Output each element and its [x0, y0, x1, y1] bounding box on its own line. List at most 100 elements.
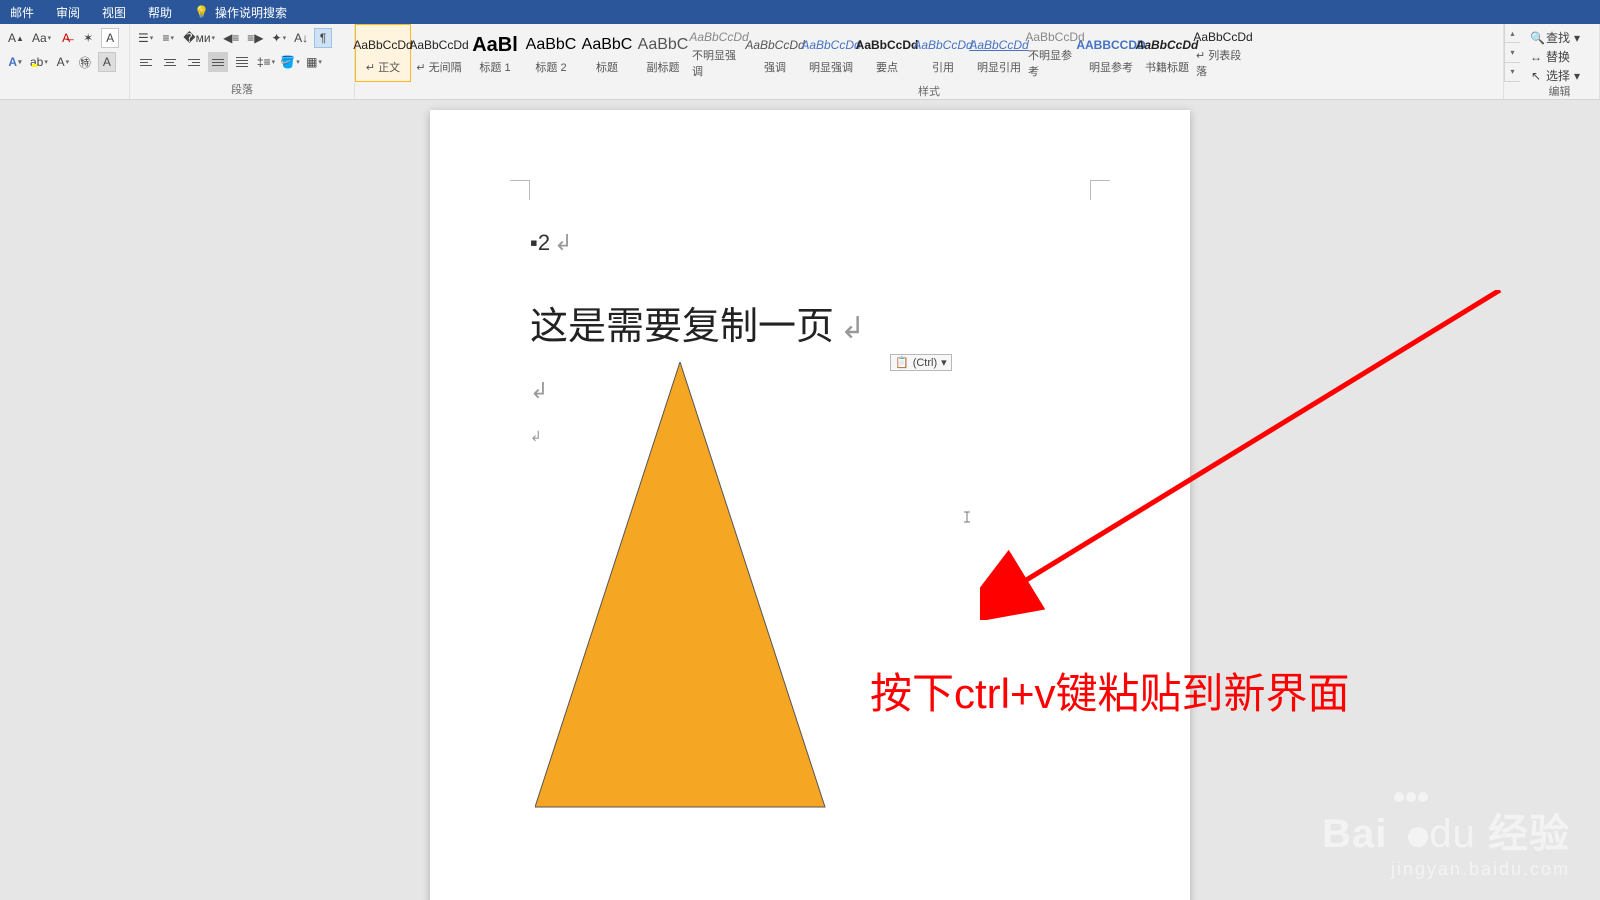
- style-item-12[interactable]: AaBbCcDd不明显参考: [1027, 24, 1083, 82]
- style-item-0[interactable]: AaBbCcDd↵ 正文: [355, 24, 411, 82]
- group-editing: 🔍查找▾ ↔替换 ↖选择▾ 编辑: [1520, 24, 1600, 99]
- char-border-button[interactable]: A: [101, 28, 119, 48]
- menu-view[interactable]: 视图: [102, 4, 126, 21]
- style-name: 要点: [876, 59, 898, 75]
- asian-layout-button[interactable]: ✦▾: [270, 28, 289, 48]
- style-name: 副标题: [647, 59, 680, 75]
- style-preview: AaBbCcDd: [856, 31, 919, 59]
- font-color-button[interactable]: A▾: [54, 52, 72, 72]
- style-item-9[interactable]: AaBbCcDd要点: [859, 24, 915, 82]
- clipboard-icon: 📋: [895, 356, 909, 369]
- find-button[interactable]: 🔍查找▾: [1526, 28, 1593, 47]
- cursor-icon: ↖: [1530, 69, 1542, 83]
- style-name: ↵ 正文: [366, 59, 400, 75]
- align-right-button[interactable]: [184, 52, 204, 72]
- style-name: 明显参考: [1089, 59, 1133, 75]
- style-item-2[interactable]: AaBl标题 1: [467, 24, 523, 82]
- style-item-13[interactable]: AABBCCDD明显参考: [1083, 24, 1139, 82]
- lightbulb-icon: 💡: [194, 5, 209, 19]
- decrease-indent-button[interactable]: ◀≡: [221, 28, 241, 48]
- text-cursor-icon: [960, 510, 974, 524]
- increase-indent-button[interactable]: ≡▶: [245, 28, 265, 48]
- style-preview: AaBbC: [526, 31, 577, 59]
- menu-help[interactable]: 帮助: [148, 4, 172, 21]
- triangle-shape[interactable]: [535, 362, 835, 812]
- gallery-more-button[interactable]: ▾: [1505, 63, 1520, 82]
- search-icon: 🔍: [1530, 31, 1542, 45]
- menu-review[interactable]: 审阅: [56, 4, 80, 21]
- group-styles: AaBbCcDd↵ 正文AaBbCcDd↵ 无间隔AaBl标题 1AaBbC标题…: [355, 24, 1504, 99]
- numbering-button[interactable]: ≡▾: [159, 28, 177, 48]
- style-item-7[interactable]: AaBbCcDd强调: [747, 24, 803, 82]
- style-preview: AaBbC: [582, 31, 633, 59]
- style-item-1[interactable]: AaBbCcDd↵ 无间隔: [411, 24, 467, 82]
- margin-mark-top-left: [510, 180, 530, 200]
- style-preview: AaBbCcDd: [745, 31, 804, 59]
- phonetic-guide-button[interactable]: ✶: [79, 28, 97, 48]
- align-justify-button[interactable]: [208, 52, 228, 72]
- replace-button[interactable]: ↔替换: [1526, 47, 1593, 66]
- paw-icon: [1393, 767, 1429, 857]
- page-heading: 这是需要复制一页↲: [530, 295, 865, 350]
- ribbon: A▲ Aa▾ A̶ ✶ A A▾ ab▾ A▾ ㊕ A ☰▾ ≡▾ �ми▾ ◀…: [0, 24, 1600, 100]
- style-item-6[interactable]: AaBbCcDd不明显强调: [691, 24, 747, 82]
- menu-mail[interactable]: 邮件: [10, 4, 34, 21]
- char-shading-button[interactable]: A: [98, 52, 116, 72]
- group-label-styles: 样式: [355, 85, 1503, 99]
- group-label-editing: 编辑: [1526, 85, 1593, 99]
- style-item-3[interactable]: AaBbC标题 2: [523, 24, 579, 82]
- document-page[interactable]: ▪2↲ 这是需要复制一页↲ ↲ ↲ 📋 (Ctrl) ▾: [430, 110, 1190, 900]
- sort-button[interactable]: A↓: [292, 28, 310, 48]
- enclose-char-button[interactable]: ㊕: [76, 52, 94, 72]
- style-name: 明显强调: [809, 59, 853, 75]
- tell-me-search[interactable]: 操作说明搜索: [215, 4, 287, 21]
- style-item-5[interactable]: AaBbC副标题: [635, 24, 691, 82]
- text-effects-button[interactable]: A▾: [6, 52, 24, 72]
- style-item-14[interactable]: AaBbCcDd书籍标题: [1139, 24, 1195, 82]
- style-name: 不明显强调: [692, 47, 746, 79]
- style-item-8[interactable]: AaBbCcDd明显强调: [803, 24, 859, 82]
- style-preview: AaBbCcDd: [409, 31, 468, 59]
- change-case-button[interactable]: Aa▾: [30, 28, 53, 48]
- style-preview: AaBbCcDd: [1193, 27, 1252, 47]
- styles-scroll: ▴ ▾ ▾: [1504, 24, 1520, 82]
- style-preview: AaBbCcDd: [353, 31, 412, 59]
- style-name: 标题 1: [479, 59, 510, 75]
- align-center-button[interactable]: [160, 52, 180, 72]
- style-preview: AaBbCcDd: [913, 31, 972, 59]
- align-left-button[interactable]: [136, 52, 156, 72]
- style-preview: AaBbCcDd: [969, 31, 1028, 59]
- select-button[interactable]: ↖选择▾: [1526, 66, 1593, 85]
- bullets-button[interactable]: ☰▾: [136, 28, 155, 48]
- gallery-up-button[interactable]: ▴: [1505, 24, 1520, 43]
- line-spacing-button[interactable]: ‡≡▾: [256, 52, 276, 72]
- style-preview: AaBbCcDd: [801, 31, 860, 59]
- styles-gallery: AaBbCcDd↵ 正文AaBbCcDd↵ 无间隔AaBl标题 1AaBbC标题…: [355, 24, 1503, 82]
- watermark: Baidu 经验 jingyan.baidu.com: [1322, 767, 1570, 880]
- annotation-text: 按下ctrl+v键粘贴到新界面: [870, 660, 1350, 721]
- margin-mark-top-right: [1090, 180, 1110, 200]
- style-name: 明显引用: [977, 59, 1021, 75]
- style-name: 标题: [596, 59, 618, 75]
- menubar: 邮件 审阅 视图 帮助 💡 操作说明搜索: [0, 0, 1600, 24]
- gallery-down-button[interactable]: ▾: [1505, 43, 1520, 62]
- style-preview: AaBbCcDd: [1136, 31, 1199, 59]
- grow-font-button[interactable]: A▲: [6, 28, 26, 48]
- style-item-10[interactable]: AaBbCcDd引用: [915, 24, 971, 82]
- replace-icon: ↔: [1530, 50, 1542, 64]
- multilevel-button[interactable]: �ми▾: [181, 28, 217, 48]
- show-marks-button[interactable]: ¶: [314, 28, 332, 48]
- style-name: 引用: [932, 59, 954, 75]
- align-distribute-button[interactable]: [232, 52, 252, 72]
- group-font: A▲ Aa▾ A̶ ✶ A A▾ ab▾ A▾ ㊕ A: [0, 24, 130, 99]
- style-name: ↵ 列表段落: [1196, 47, 1250, 79]
- clear-format-button[interactable]: A̶: [57, 28, 75, 48]
- paste-options-button[interactable]: 📋 (Ctrl) ▾: [890, 354, 952, 371]
- style-item-4[interactable]: AaBbC标题: [579, 24, 635, 82]
- highlight-button[interactable]: ab▾: [28, 52, 50, 72]
- style-name: 不明显参考: [1028, 47, 1082, 79]
- style-item-11[interactable]: AaBbCcDd明显引用: [971, 24, 1027, 82]
- borders-button[interactable]: ▦▾: [304, 52, 324, 72]
- style-item-15[interactable]: AaBbCcDd↵ 列表段落: [1195, 24, 1251, 82]
- shading-button[interactable]: 🪣▾: [280, 52, 300, 72]
